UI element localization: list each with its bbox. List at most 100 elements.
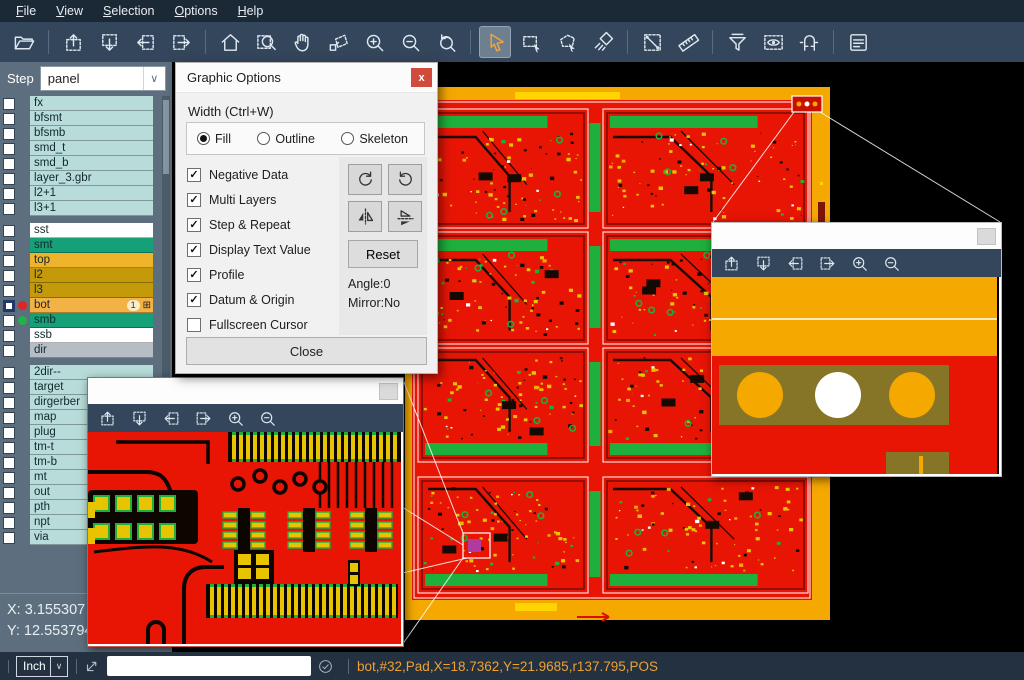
layer-checkbox[interactable] [3,143,15,155]
step-select[interactable]: panel ∨ [40,66,166,91]
layer-label[interactable]: l3+1 [30,201,153,216]
clean-brush-tool[interactable] [587,26,619,58]
layer-label[interactable]: l2 [30,268,153,283]
layer-label[interactable]: fx [30,96,153,111]
window-menu-button[interactable] [977,228,996,245]
layer-row-dir[interactable]: dir [0,343,172,358]
menu-options[interactable]: Options [164,2,227,20]
checkbox-display-text-value[interactable]: ✓Display Text Value [187,237,337,262]
layer-label[interactable]: layer_3.gbr [30,171,153,186]
unit-select[interactable]: Inch ∨ [16,656,68,677]
layer-label[interactable]: sst [30,223,153,238]
layer-label[interactable]: smd_t [30,141,153,156]
home-view-tool[interactable] [214,26,246,58]
layer-checkbox[interactable] [3,532,15,544]
layer-checkbox[interactable] [3,300,15,312]
layer-checkbox[interactable] [3,345,15,357]
layer-label[interactable]: smb [30,313,153,328]
set-origin-icon[interactable] [83,657,101,675]
pan-hand-tool[interactable] [286,26,318,58]
zoom-in-tool[interactable] [358,26,390,58]
zoom-selection-tool[interactable] [322,26,354,58]
layer-checkbox[interactable] [3,315,15,327]
layer-label[interactable]: l3 [30,283,153,298]
layer-label[interactable]: dir [30,343,153,358]
layer-row-l2[interactable]: l2 [0,268,172,283]
rect-select-tool[interactable] [515,26,547,58]
layer-checkbox[interactable] [3,113,15,125]
layer-checkbox[interactable] [3,173,15,185]
pan-view-down-tool[interactable] [93,26,125,58]
layer-checkbox[interactable] [3,442,15,454]
open-folder-tool[interactable] [8,26,40,58]
checkbox-profile[interactable]: ✓Profile [187,262,337,287]
layer-label[interactable]: smt [30,238,153,253]
zoom-previous-tool[interactable] [430,26,462,58]
layer-label[interactable]: l2+1 [30,186,153,201]
pan-view-down-tool[interactable] [754,254,773,273]
checkbox-fullscreen-cursor[interactable]: Fullscreen Cursor [187,312,337,337]
layer-checkbox[interactable] [3,203,15,215]
select-cursor-tool[interactable] [479,26,511,58]
chevron-down-icon[interactable]: ∨ [50,657,67,676]
layer-checkbox[interactable] [3,285,15,297]
pan-view-left-tool[interactable] [786,254,805,273]
menu-help[interactable]: Help [228,2,274,20]
window-menu-button[interactable] [379,383,398,400]
rotate-ccw-button[interactable] [388,164,422,195]
radio-skeleton[interactable]: Skeleton [341,132,408,146]
layer-checkbox[interactable] [3,397,15,409]
pan-view-right-tool[interactable] [194,409,213,428]
checkbox-datum-origin[interactable]: ✓Datum & Origin [187,287,337,312]
layer-row-top[interactable]: top [0,253,172,268]
group-select-tool[interactable] [551,26,583,58]
checkbox-multi-layers[interactable]: ✓Multi Layers [187,187,337,212]
pan-view-left-tool[interactable] [129,26,161,58]
layer-checkbox[interactable] [3,382,15,394]
layer-row-sst[interactable]: sst [0,223,172,238]
layer-checkbox[interactable] [3,188,15,200]
layer-label[interactable]: bot1⊞ [30,298,153,313]
layer-checkbox[interactable] [3,427,15,439]
pan-view-right-tool[interactable] [818,254,837,273]
layer-label[interactable]: bfsmb [30,126,153,141]
layer-row-l2-1[interactable]: l2+1 [0,186,172,201]
pan-view-up-tool[interactable] [98,409,117,428]
magnifier-window-1[interactable] [87,377,404,647]
menu-view[interactable]: View [46,2,93,20]
apply-check-icon[interactable] [317,658,334,675]
mirror-horizontal-button[interactable] [388,201,422,232]
layer-row-bfsmb[interactable]: bfsmb [0,126,172,141]
magnifier-2-view[interactable] [712,277,1001,474]
zoom-out-tool[interactable] [258,409,277,428]
layer-label[interactable]: smd_b [30,156,153,171]
layer-row-smb[interactable]: smb [0,313,172,328]
mirror-vertical-button[interactable] [348,201,382,232]
layer-label[interactable]: ssb [30,328,153,343]
layer-checkbox[interactable] [3,128,15,140]
layer-checkbox[interactable] [3,502,15,514]
menu-file[interactable]: File [6,2,46,20]
visibility-eye-tool[interactable] [757,26,789,58]
scrollbar-thumb[interactable] [163,100,169,174]
pan-view-up-tool[interactable] [57,26,89,58]
measure-distance-tool[interactable] [636,26,668,58]
layer-checkbox[interactable] [3,367,15,379]
magnifier-1-view[interactable] [88,432,403,644]
layer-row-smd-b[interactable]: smd_b [0,156,172,171]
zoom-window-tool[interactable] [250,26,282,58]
layer-row-fx[interactable]: fx [0,96,172,111]
layer-checkbox[interactable] [3,240,15,252]
magnifier-2-titlebar[interactable] [712,223,1001,249]
close-icon[interactable]: x [411,68,432,87]
radio-outline[interactable]: Outline [257,132,315,146]
pan-view-up-tool[interactable] [722,254,741,273]
notes-panel-tool[interactable] [842,26,874,58]
layer-checkbox[interactable] [3,457,15,469]
layer-row-bfsmt[interactable]: bfsmt [0,111,172,126]
ruler-measure-tool[interactable] [672,26,704,58]
layer-checkbox[interactable] [3,225,15,237]
grid-icon[interactable]: ⊞ [143,300,151,311]
layer-checkbox[interactable] [3,255,15,267]
layer-checkbox[interactable] [3,517,15,529]
